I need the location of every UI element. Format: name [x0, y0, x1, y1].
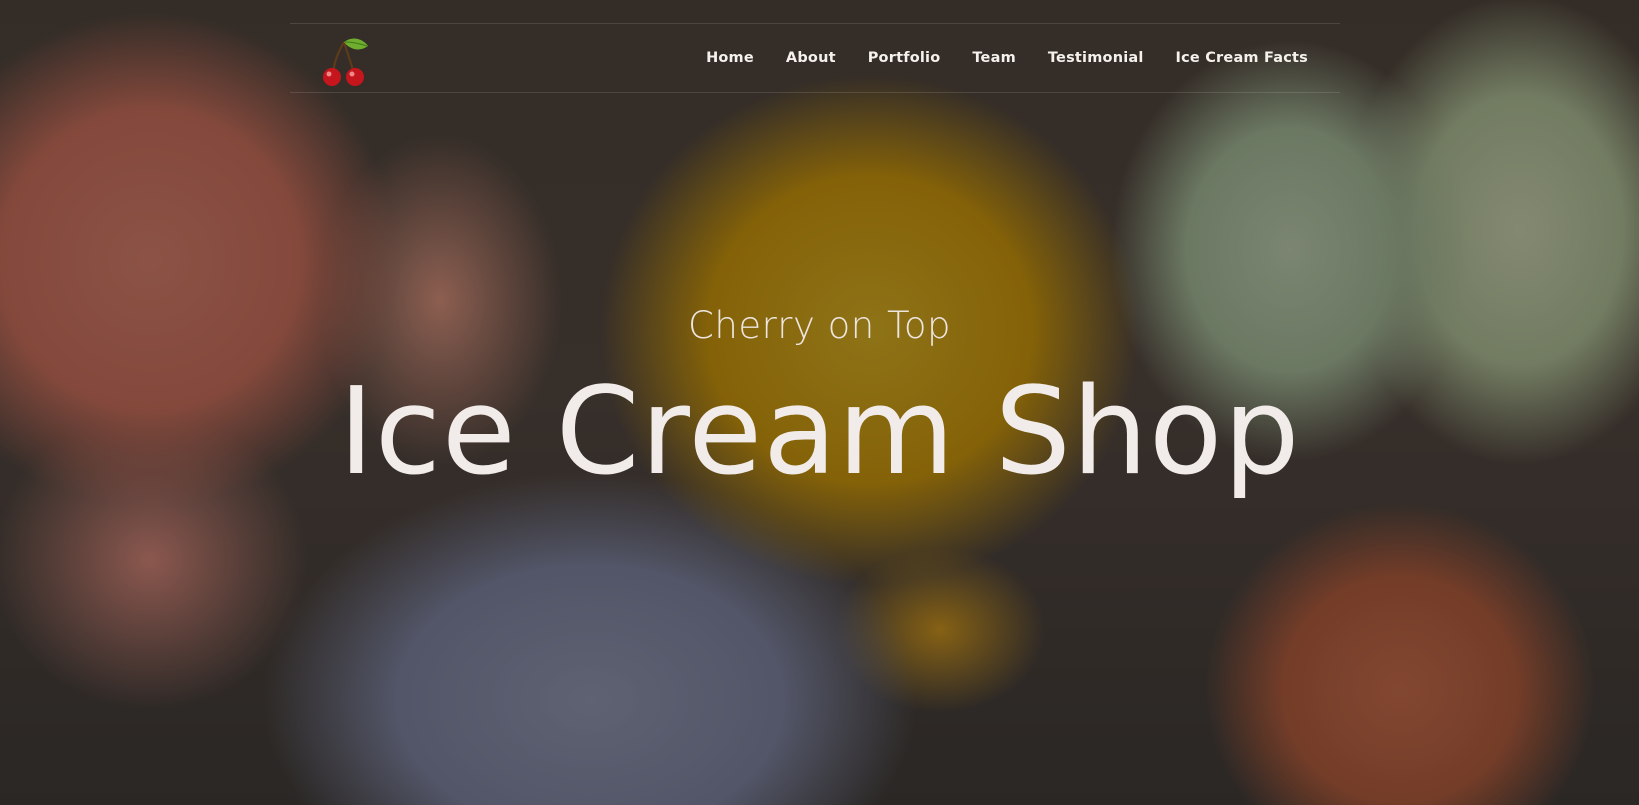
- nav-testimonial[interactable]: Testimonial: [1048, 50, 1144, 66]
- navbar: Home About Portfolio Team Testimonial Ic…: [290, 23, 1340, 93]
- nav-about[interactable]: About: [786, 50, 836, 66]
- hero-tagline: Cherry on Top: [688, 304, 951, 347]
- nav-menu: Home About Portfolio Team Testimonial Ic…: [706, 24, 1308, 92]
- nav-team[interactable]: Team: [972, 50, 1016, 66]
- hero-title: Ice Cream Shop: [338, 363, 1301, 502]
- cherries-icon[interactable]: [314, 30, 370, 86]
- nav-home[interactable]: Home: [706, 50, 754, 66]
- nav-ice-cream-facts[interactable]: Ice Cream Facts: [1176, 50, 1308, 66]
- nav-portfolio[interactable]: Portfolio: [868, 50, 941, 66]
